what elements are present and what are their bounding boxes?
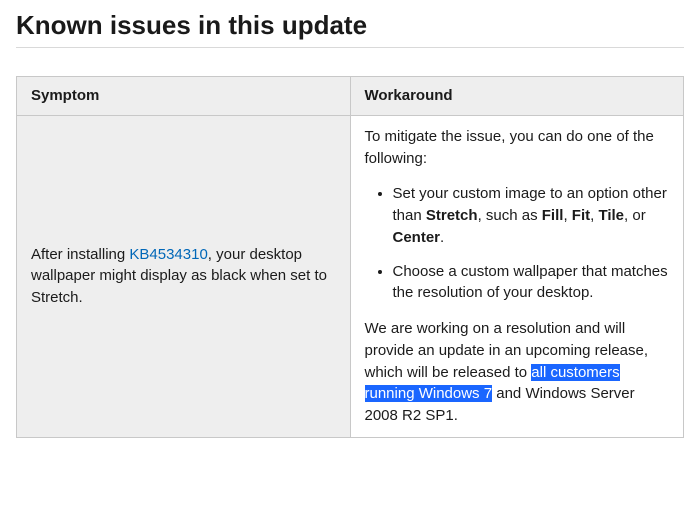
column-header-workaround: Workaround	[350, 77, 684, 116]
option-bold: Fill	[542, 207, 564, 224]
symptom-text-pre: After installing	[31, 246, 129, 263]
option-text: , such as	[478, 207, 542, 224]
section-heading: Known issues in this update	[16, 10, 684, 48]
workaround-footer: We are working on a resolution and will …	[365, 318, 670, 427]
kb-link[interactable]: KB4534310	[129, 246, 207, 263]
option-bold: Fit	[572, 207, 590, 224]
option-bold: Tile	[598, 207, 624, 224]
list-item: Set your custom image to an option other…	[393, 183, 670, 248]
symptom-cell: After installing KB4534310, your desktop…	[17, 115, 351, 437]
known-issues-table: Symptom Workaround After installing KB45…	[16, 76, 684, 438]
workaround-options-list: Set your custom image to an option other…	[365, 183, 670, 304]
option-bold: Center	[393, 229, 441, 246]
column-header-symptom: Symptom	[17, 77, 351, 116]
option-text: , or	[624, 207, 646, 224]
option-bold: Stretch	[426, 207, 478, 224]
option-text: ,	[563, 207, 571, 224]
table-row: After installing KB4534310, your desktop…	[17, 115, 684, 437]
workaround-intro: To mitigate the issue, you can do one of…	[365, 126, 670, 170]
list-item: Choose a custom wallpaper that matches t…	[393, 261, 670, 305]
option-text: .	[440, 229, 444, 246]
workaround-cell: To mitigate the issue, you can do one of…	[350, 115, 684, 437]
